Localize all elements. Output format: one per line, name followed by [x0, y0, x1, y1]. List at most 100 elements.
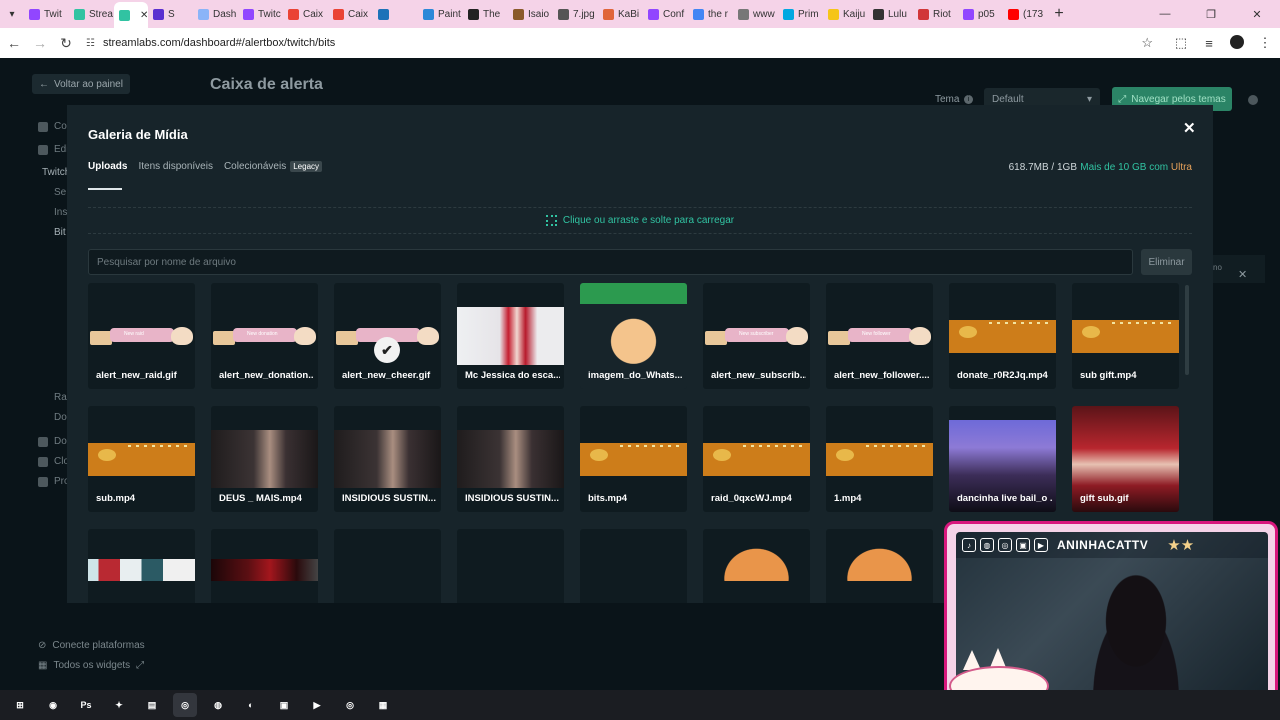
browser-menu-icon[interactable]: ⋮ [1256, 35, 1274, 51]
chrome-icon[interactable]: ◎ [173, 693, 197, 717]
spotify-icon[interactable]: ◎ [338, 693, 362, 717]
forward-icon[interactable]: → [28, 31, 52, 55]
browser-tab[interactable]: Prim [778, 3, 823, 25]
browser-tab[interactable]: the r [688, 3, 733, 25]
media-item[interactable] [88, 529, 195, 603]
back-icon[interactable]: ← [2, 31, 26, 55]
upload-dropzone[interactable]: Clique ou arraste e solte para carregar [88, 207, 1192, 234]
extensions-icon[interactable]: ⬚ [1172, 35, 1190, 51]
media-item[interactable]: New donation alert_new_donation.... [211, 283, 318, 389]
close-window-icon[interactable]: ✕ [1234, 0, 1280, 28]
player-icon[interactable]: ▶ [305, 693, 329, 717]
capcut-icon[interactable]: ▦ [371, 693, 395, 717]
connect-platforms-link[interactable]: ⊘ Conecte plataformas [38, 640, 145, 651]
media-item[interactable] [826, 529, 933, 603]
new-tab-button[interactable]: + [1048, 5, 1070, 23]
upgrade-link[interactable]: Mais de 10 GB com Ultra [1080, 162, 1192, 173]
browser-tab[interactable]: The [463, 3, 508, 25]
close-tab-icon[interactable]: ✕ [140, 10, 148, 21]
sidebar-item[interactable]: Bit [54, 227, 66, 238]
browser-tab[interactable]: ✕ [114, 2, 148, 28]
sidebar-item[interactable]: Do [54, 412, 67, 423]
browser-tab[interactable]: Twitc [238, 3, 283, 25]
media-item[interactable] [457, 529, 564, 603]
browser-tab[interactable]: (173 [1003, 3, 1048, 25]
media-item[interactable]: sub gift.mp4 [1072, 283, 1179, 389]
close-icon[interactable]: ✕ [1183, 119, 1196, 137]
media-item[interactable]: New raid alert_new_raid.gif [88, 283, 195, 389]
browser-tab[interactable]: Riot [913, 3, 958, 25]
sidebar-item[interactable]: Ins [54, 207, 67, 218]
sidebar-item[interactable]: Do [54, 436, 67, 447]
media-item[interactable]: Mc Jessica do esca... [457, 283, 564, 389]
photoshop-icon[interactable]: Ps [74, 693, 98, 717]
browser-tab[interactable]: KaBi [598, 3, 643, 25]
media-item[interactable] [211, 529, 318, 603]
media-item[interactable] [580, 529, 687, 603]
media-controls-icon[interactable]: ≡ [1200, 36, 1218, 51]
minimize-icon[interactable]: — [1142, 0, 1188, 28]
browser-tab[interactable]: Caix [283, 3, 328, 25]
browser-tab[interactable]: 7.jpg [553, 3, 598, 25]
file-explorer-icon[interactable]: ▤ [140, 693, 164, 717]
media-item[interactable]: INSIDIOUS SUSTIN... [334, 406, 441, 512]
media-item[interactable] [703, 529, 810, 603]
media-item[interactable]: ✔ alert_new_cheer.gif [334, 283, 441, 389]
streamlabs-icon[interactable]: ◐ [239, 693, 263, 717]
browser-tab[interactable]: www [733, 3, 778, 25]
media-item[interactable]: imagem_do_Whats... [580, 283, 687, 389]
tab-uploads[interactable]: Uploads [88, 161, 127, 172]
tab-available-items[interactable]: Itens disponíveis [138, 161, 213, 172]
browser-tab[interactable]: Twit [24, 3, 69, 25]
media-item[interactable]: donate_r0R2Jq.mp4 [949, 283, 1056, 389]
back-to-dashboard-button[interactable]: ← Voltar ao painel [32, 74, 130, 94]
tab-search-button[interactable]: ▾ [0, 0, 24, 28]
tab-collectibles[interactable]: Colecionáveis Legacy [224, 161, 323, 172]
scrollbar-thumb[interactable] [1185, 285, 1189, 375]
app-icon[interactable]: ▣ [272, 693, 296, 717]
start-icon[interactable]: ⊞ [8, 693, 32, 717]
browser-tab[interactable]: Caix [328, 3, 373, 25]
sidebar-item[interactable]: Ra [54, 392, 67, 403]
browser-tab[interactable] [373, 3, 418, 25]
browser-tab[interactable]: Isaio [508, 3, 553, 25]
browser-tab[interactable]: Strea [69, 3, 114, 25]
media-item[interactable]: raid_0qxcWJ.mp4 [703, 406, 810, 512]
site-info-icon[interactable]: ☷ [86, 38, 95, 49]
media-item[interactable]: 1.mp4 [826, 406, 933, 512]
selected-check-icon: ✔ [374, 337, 400, 363]
browser-tab[interactable]: S [148, 3, 193, 25]
browser-tab[interactable]: Lulu [868, 3, 913, 25]
profile-avatar[interactable] [1228, 34, 1246, 52]
browser-tab[interactable]: Dash [193, 3, 238, 25]
browser-tab[interactable]: Conf [643, 3, 688, 25]
browser-tab[interactable]: Kaiju [823, 3, 868, 25]
help-icon[interactable] [1248, 95, 1258, 105]
sidebar-item[interactable]: Se [54, 187, 66, 198]
media-item[interactable]: dancinha live bail_o ... [949, 406, 1056, 512]
discord-icon[interactable]: ◍ [206, 693, 230, 717]
delete-button[interactable]: Eliminar [1141, 249, 1192, 275]
browser-tab[interactable]: Paint [418, 3, 463, 25]
media-item[interactable]: sub.mp4 [88, 406, 195, 512]
media-item[interactable]: New subscriber alert_new_subscrib... [703, 283, 810, 389]
media-item[interactable]: New follower alert_new_follower.... [826, 283, 933, 389]
url-field[interactable]: ☷ streamlabs.com/dashboard#/alertbox/twi… [80, 31, 1165, 55]
copilot-icon[interactable]: ✦ [107, 693, 131, 717]
browser-tab-label: Caix [348, 8, 369, 20]
reload-icon[interactable]: ↻ [54, 31, 78, 55]
media-item[interactable]: bits.mp4 [580, 406, 687, 512]
close-icon[interactable]: ✕ [1238, 268, 1247, 281]
obs-icon[interactable]: ◉ [41, 693, 65, 717]
media-item[interactable]: INSIDIOUS SUSTIN... [457, 406, 564, 512]
search-input[interactable] [88, 249, 1133, 275]
media-item[interactable]: DEUS _ MAIS.mp4 [211, 406, 318, 512]
restore-icon[interactable]: ❐ [1188, 0, 1234, 28]
all-widgets-link[interactable]: ▦ Todos os widgets ⤢ [38, 660, 144, 671]
sidebar-item[interactable]: Co [54, 121, 67, 132]
media-item[interactable]: gift sub.gif [1072, 406, 1179, 512]
window-controls: — ❐ ✕ [1142, 0, 1280, 28]
media-item[interactable] [334, 529, 441, 603]
browser-tab[interactable]: p05 [958, 3, 1003, 25]
bookmark-star-icon[interactable]: ☆ [1141, 35, 1153, 51]
